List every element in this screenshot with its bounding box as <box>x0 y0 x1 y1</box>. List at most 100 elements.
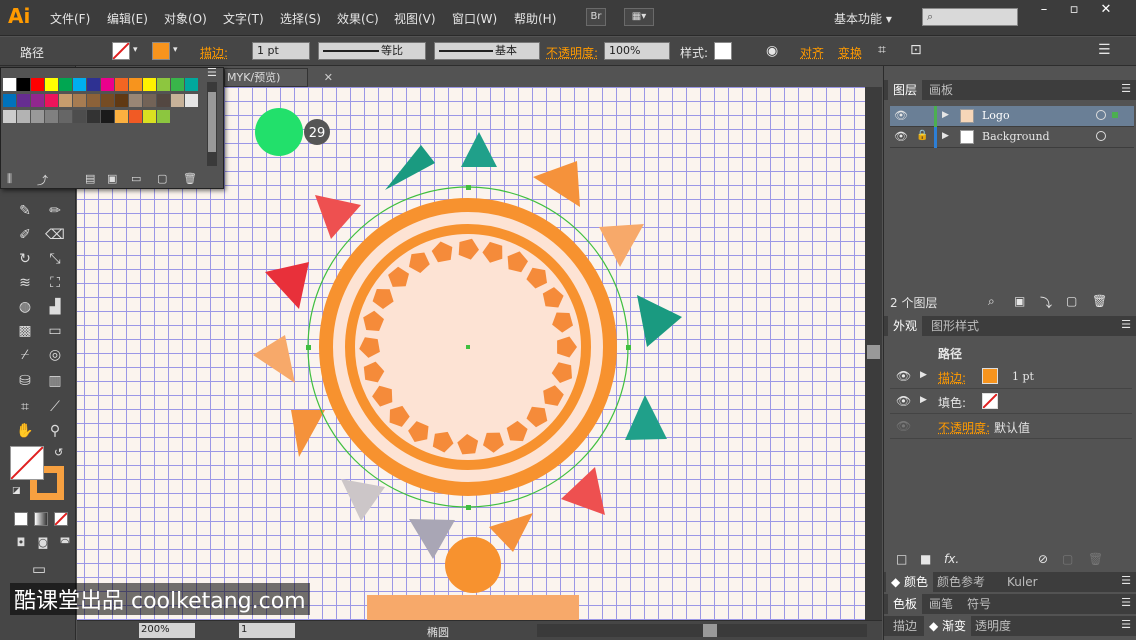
bounding-box-icon[interactable]: ⊡ <box>910 42 922 58</box>
swatch-library-icon[interactable]: ⫼ <box>7 172 12 186</box>
scale-icon[interactable]: ⤡ <box>44 248 66 270</box>
color-swatch[interactable] <box>185 94 198 107</box>
eye-icon[interactable]: 👁 <box>896 419 911 433</box>
eye-icon[interactable]: 👁 <box>894 109 908 122</box>
eyedropper-icon[interactable]: ⌿ <box>14 344 36 366</box>
draw-inside-icon[interactable]: ◚ <box>54 532 76 554</box>
tab-symbols[interactable]: 符号 <box>962 594 996 614</box>
variable-width-profile[interactable]: 等比 <box>318 42 426 60</box>
duplicate-item-icon[interactable]: ▢ <box>1062 552 1073 566</box>
stroke-color-swatch[interactable] <box>982 368 998 384</box>
scroll-thumb[interactable] <box>867 345 880 359</box>
stroke-link[interactable]: 描边: <box>200 44 228 61</box>
expand-triangle-icon[interactable]: ▶ <box>920 370 927 380</box>
symbol-sprayer-icon[interactable]: ⛁ <box>14 370 36 392</box>
document-tab[interactable]: MYK/预览) ✕ <box>224 68 333 87</box>
color-swatch[interactable] <box>115 94 128 107</box>
eraser-icon[interactable]: ⌫ <box>44 224 66 246</box>
pencil-icon[interactable]: ✏ <box>44 200 66 222</box>
color-swatch[interactable] <box>73 78 86 91</box>
new-swatch-icon[interactable]: ▢ <box>157 172 167 185</box>
anchor-point[interactable] <box>306 345 311 350</box>
layer-row-logo[interactable]: 👁 ▶ Logo <box>890 106 1134 127</box>
color-swatch[interactable] <box>3 78 16 91</box>
color-swatch[interactable] <box>3 110 16 123</box>
color-swatch[interactable] <box>129 110 142 123</box>
menu-view[interactable]: 视图(V) <box>394 10 436 27</box>
artboard-icon[interactable]: ⌗ <box>14 396 36 418</box>
bridge-button[interactable]: Br <box>586 8 606 26</box>
swap-colors-icon[interactable]: ↺ <box>54 446 63 459</box>
color-swatch[interactable] <box>45 110 58 123</box>
color-group-icon[interactable]: ▣ <box>107 172 117 185</box>
close-button[interactable]: ✕ <box>1092 2 1120 18</box>
color-swatch[interactable] <box>129 78 142 91</box>
blob-brush-icon[interactable]: ✐ <box>14 224 36 246</box>
eye-icon[interactable]: 👁 <box>896 394 911 408</box>
add-fill-icon[interactable]: ■ <box>920 552 931 566</box>
appearance-opacity-row[interactable]: 👁 不透明度: 默认值 <box>890 414 1132 439</box>
color-swatch[interactable] <box>157 110 170 123</box>
color-swatch[interactable] <box>31 78 44 91</box>
swatch-options-icon[interactable]: ▤ <box>85 172 95 185</box>
lock-icon[interactable]: 🔒 <box>916 130 928 141</box>
panel-menu-icon[interactable]: ☰ <box>1121 596 1131 609</box>
color-swatch[interactable] <box>143 78 156 91</box>
panel-menu-icon[interactable]: ☰ <box>1121 82 1131 95</box>
default-colors-icon[interactable]: ◪ <box>12 486 21 496</box>
shape-builder-icon[interactable]: ◍ <box>14 296 36 318</box>
menu-select[interactable]: 选择(S) <box>280 10 321 27</box>
stroke-color-swatch[interactable] <box>152 42 170 60</box>
eye-icon[interactable]: 👁 <box>894 130 908 143</box>
color-swatch[interactable] <box>185 78 198 91</box>
tab-kuler[interactable]: Kuler <box>1002 572 1043 592</box>
tab-swatches[interactable]: 色板 <box>888 594 923 614</box>
color-mode-button[interactable] <box>14 512 28 526</box>
panel-menu-icon[interactable]: ☰ <box>1121 618 1131 631</box>
graphic-style-swatch[interactable] <box>714 42 732 60</box>
menu-type[interactable]: 文字(T) <box>223 10 264 27</box>
maximize-button[interactable]: ▫ <box>1060 2 1088 18</box>
appearance-fill-row[interactable]: 👁 ▶ 填色: <box>890 389 1132 414</box>
clipping-mask-icon[interactable]: ▣ <box>1014 294 1025 308</box>
color-swatch[interactable] <box>115 78 128 91</box>
menu-edit[interactable]: 编辑(E) <box>107 10 148 27</box>
tab-layers[interactable]: 图层 <box>888 80 923 100</box>
fill-swatch[interactable] <box>982 393 998 409</box>
target-icon[interactable] <box>1096 131 1106 141</box>
color-swatch[interactable] <box>171 94 184 107</box>
rotate-icon[interactable]: ↻ <box>14 248 36 270</box>
color-swatch[interactable] <box>3 94 16 107</box>
tab-transparency[interactable]: 透明度 <box>970 616 1016 636</box>
anchor-point[interactable] <box>466 185 471 190</box>
menu-effect[interactable]: 效果(C) <box>337 10 379 27</box>
new-layer-icon[interactable]: ▢ <box>1066 294 1077 308</box>
panel-menu-icon[interactable]: ☰ <box>207 66 217 79</box>
color-swatch[interactable] <box>143 94 156 107</box>
paintbrush-icon[interactable]: ✎ <box>14 200 36 222</box>
color-swatch[interactable] <box>143 110 156 123</box>
color-swatch[interactable] <box>87 78 100 91</box>
color-swatch[interactable] <box>17 94 30 107</box>
layer-name[interactable]: Logo <box>982 109 1010 122</box>
eye-icon[interactable]: 👁 <box>896 369 911 383</box>
color-swatch[interactable] <box>17 110 30 123</box>
show-kinds-icon[interactable]: ⤴ <box>37 172 48 188</box>
swatches-scrollbar[interactable] <box>207 82 217 166</box>
layer-row-background[interactable]: 👁 🔒 ▶ Background <box>890 127 1134 148</box>
zoom-icon[interactable]: ⚲ <box>44 420 66 442</box>
slice-icon[interactable]: ⟋ <box>44 396 66 418</box>
color-swatch[interactable] <box>171 78 184 91</box>
color-swatch[interactable] <box>45 94 58 107</box>
color-swatch[interactable] <box>101 78 114 91</box>
menu-file[interactable]: 文件(F) <box>50 10 90 27</box>
color-swatch[interactable] <box>73 110 86 123</box>
color-swatch[interactable] <box>157 78 170 91</box>
scroll-thumb[interactable] <box>703 624 717 637</box>
screen-mode-icon[interactable]: ▭ <box>28 558 50 580</box>
fill-none-swatch[interactable] <box>112 42 130 60</box>
tab-color-guide[interactable]: 颜色参考 <box>932 572 990 592</box>
search-input[interactable]: ⌕ <box>922 8 1018 26</box>
expand-triangle-icon[interactable]: ▶ <box>942 110 949 120</box>
color-swatch[interactable] <box>59 78 72 91</box>
